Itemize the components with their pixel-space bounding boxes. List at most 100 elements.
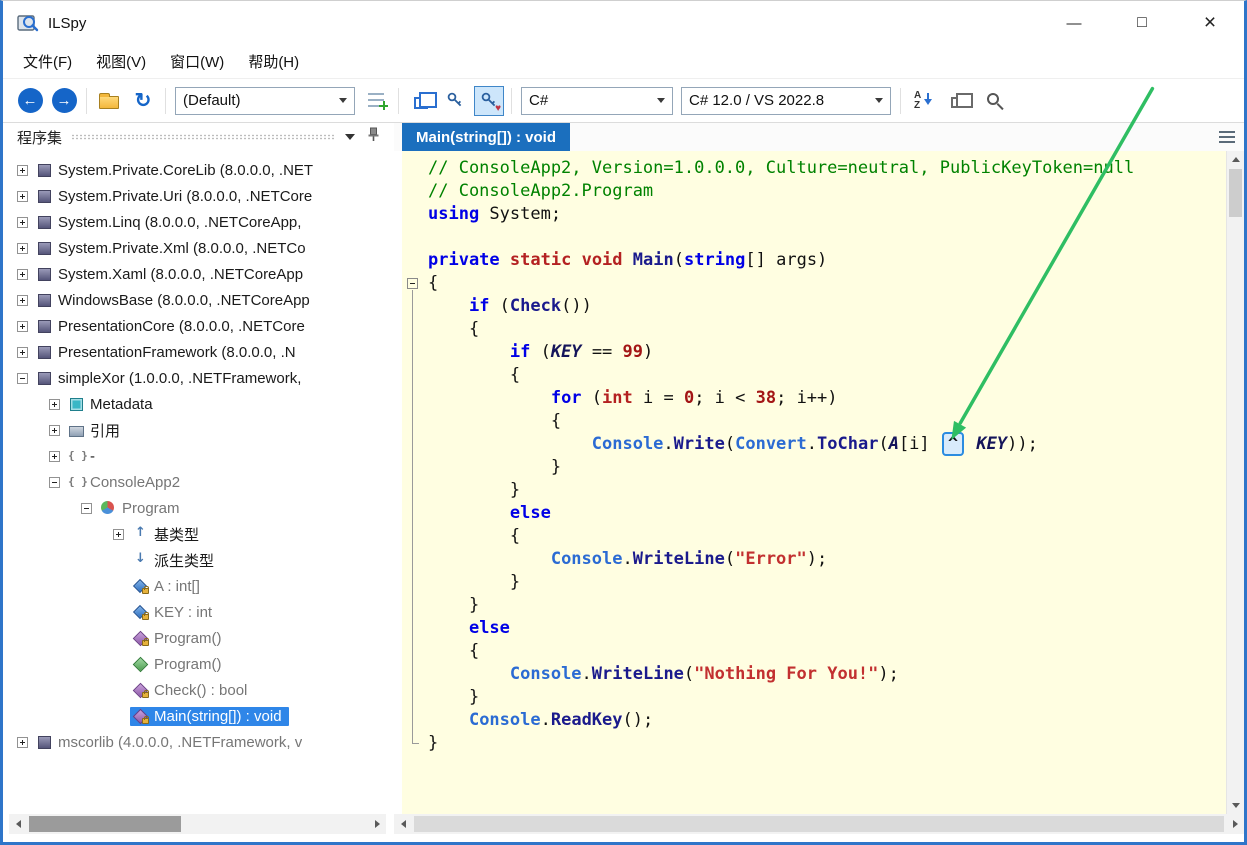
scrollbar-thumb[interactable] (29, 816, 181, 832)
panel-menu-chevron-icon[interactable] (345, 134, 355, 140)
collapse-icon[interactable] (81, 503, 92, 514)
tree-item-label: System.Private.CoreLib (8.0.0.0, .NET (58, 162, 313, 179)
tree-item[interactable]: ConsoleApp2 (9, 469, 386, 495)
tree-item-label: PresentationCore (8.0.0.0, .NETCore (58, 318, 305, 335)
tree-item[interactable]: Metadata (9, 391, 386, 417)
tree-item[interactable]: 基类型 (9, 521, 386, 547)
expand-icon[interactable] (17, 191, 28, 202)
sort-assemblies-button[interactable]: AZ (906, 84, 940, 118)
tree-item[interactable]: 派生类型 (9, 547, 386, 573)
highlighted-xor-operator[interactable]: ^ (942, 432, 964, 456)
close-button[interactable]: × (1176, 1, 1244, 45)
scrollbar-thumb[interactable] (414, 816, 1224, 832)
tree-item[interactable]: KEY : int (9, 599, 386, 625)
expand-icon[interactable] (17, 243, 28, 254)
tree-item[interactable]: mscorlib (4.0.0.0, .NETFramework, v (9, 729, 386, 755)
language-version-combo[interactable]: C# 12.0 / VS 2022.8 (681, 87, 891, 115)
assembly-icon (36, 734, 53, 750)
collapse-icon[interactable] (17, 373, 28, 384)
scroll-left-button[interactable] (394, 814, 412, 834)
expand-icon[interactable] (17, 737, 28, 748)
tree-item[interactable]: System.Private.Uri (8.0.0.0, .NETCore (9, 183, 386, 209)
expand-icon[interactable] (17, 347, 28, 358)
maximize-button[interactable]: □ (1108, 1, 1176, 45)
code-horizontal-scrollbar[interactable] (394, 814, 1244, 834)
code-line: else (428, 502, 1226, 525)
tree-item[interactable]: Main(string[]) : void (9, 703, 386, 729)
panel-drag-grip[interactable] (71, 134, 336, 140)
expand-icon[interactable] (49, 451, 60, 462)
assembly-icon (36, 266, 53, 282)
menu-item[interactable]: 帮助(H) (236, 45, 311, 78)
minimize-button[interactable]: — (1040, 1, 1108, 45)
open-file-button[interactable] (92, 84, 126, 118)
language-value: C# (529, 92, 548, 109)
add-assembly-list-button[interactable] (359, 84, 393, 118)
tree-item-label: Program() (154, 630, 222, 647)
scroll-right-button[interactable] (368, 814, 386, 834)
open-new-tab-button[interactable] (404, 84, 438, 118)
tree-item[interactable]: A : int[] (9, 573, 386, 599)
tree-item-label: PresentationFramework (8.0.0.0, .N (58, 344, 296, 361)
view-options-icon[interactable] (1219, 131, 1235, 143)
scroll-right-icon (1233, 820, 1238, 828)
show-internal-api-button[interactable] (438, 84, 472, 118)
search-button[interactable] (974, 84, 1008, 118)
tree-item[interactable]: PresentationCore (8.0.0.0, .NETCore (9, 313, 386, 339)
tree-item[interactable]: PresentationFramework (8.0.0.0, .N (9, 339, 386, 365)
code-vertical-scrollbar[interactable] (1226, 151, 1244, 814)
tree-item[interactable]: Program (9, 495, 386, 521)
scroll-up-button[interactable] (1227, 151, 1244, 168)
collapse-all-button[interactable] (940, 84, 974, 118)
chevron-down-icon (339, 98, 347, 103)
tree-item[interactable]: Program() (9, 625, 386, 651)
sort-az-icon: AZ (913, 91, 933, 111)
scroll-down-button[interactable] (1227, 797, 1244, 814)
language-combo[interactable]: C# (521, 87, 673, 115)
tree-item[interactable]: System.Private.CoreLib (8.0.0.0, .NET (9, 157, 386, 183)
menu-item[interactable]: 视图(V) (84, 45, 158, 78)
code-line: using System; (428, 203, 1226, 226)
tree-item-label: WindowsBase (8.0.0.0, .NETCoreApp (58, 292, 310, 309)
expand-icon[interactable] (17, 269, 28, 280)
pin-icon[interactable] (367, 127, 380, 147)
scroll-left-button[interactable] (9, 814, 27, 834)
assembly-list-combo[interactable]: (Default) (175, 87, 355, 115)
forward-button[interactable]: → (47, 84, 81, 118)
tree-item[interactable]: simpleXor (1.0.0.0, .NETFramework, (9, 365, 386, 391)
tree-item[interactable]: Check() : bool (9, 677, 386, 703)
code-area: // ConsoleApp2, Version=1.0.0.0, Culture… (394, 151, 1244, 814)
document-tab[interactable]: Main(string[]) : void (402, 123, 570, 151)
show-all-members-button[interactable]: ♥ (472, 84, 506, 118)
expand-icon[interactable] (113, 529, 124, 540)
refresh-button[interactable]: ↻ (126, 84, 160, 118)
tree-item[interactable]: System.Xaml (8.0.0.0, .NETCoreApp (9, 261, 386, 287)
tree-item[interactable]: System.Private.Xml (8.0.0.0, .NETCo (9, 235, 386, 261)
expand-icon[interactable] (17, 295, 28, 306)
tree-item[interactable]: Program() (9, 651, 386, 677)
code-line (428, 226, 1226, 249)
panel-splitter[interactable] (386, 123, 394, 834)
decompiled-code-view[interactable]: // ConsoleApp2, Version=1.0.0.0, Culture… (402, 151, 1226, 814)
expand-icon[interactable] (17, 165, 28, 176)
menu-item[interactable]: 窗口(W) (158, 45, 236, 78)
heart-icon: ♥ (495, 104, 501, 114)
back-button[interactable]: ← (13, 84, 47, 118)
menu-item[interactable]: 文件(F) (11, 45, 84, 78)
tree-item[interactable]: - (9, 443, 386, 469)
scrollbar-thumb[interactable] (1229, 169, 1242, 217)
expand-icon[interactable] (17, 321, 28, 332)
tree-item[interactable]: 引用 (9, 417, 386, 443)
scroll-right-button[interactable] (1226, 814, 1244, 834)
expand-icon[interactable] (49, 399, 60, 410)
collapse-icon[interactable] (49, 477, 60, 488)
expand-icon[interactable] (49, 425, 60, 436)
tree-item[interactable]: System.Linq (8.0.0.0, .NETCoreApp, (9, 209, 386, 235)
expand-icon[interactable] (17, 217, 28, 228)
tab-title: Main(string[]) : void (416, 129, 556, 146)
assembly-icon (36, 214, 53, 230)
tree-horizontal-scrollbar[interactable] (9, 814, 386, 834)
assembly-icon (36, 292, 53, 308)
fold-marker[interactable] (407, 278, 418, 289)
tree-item[interactable]: WindowsBase (8.0.0.0, .NETCoreApp (9, 287, 386, 313)
